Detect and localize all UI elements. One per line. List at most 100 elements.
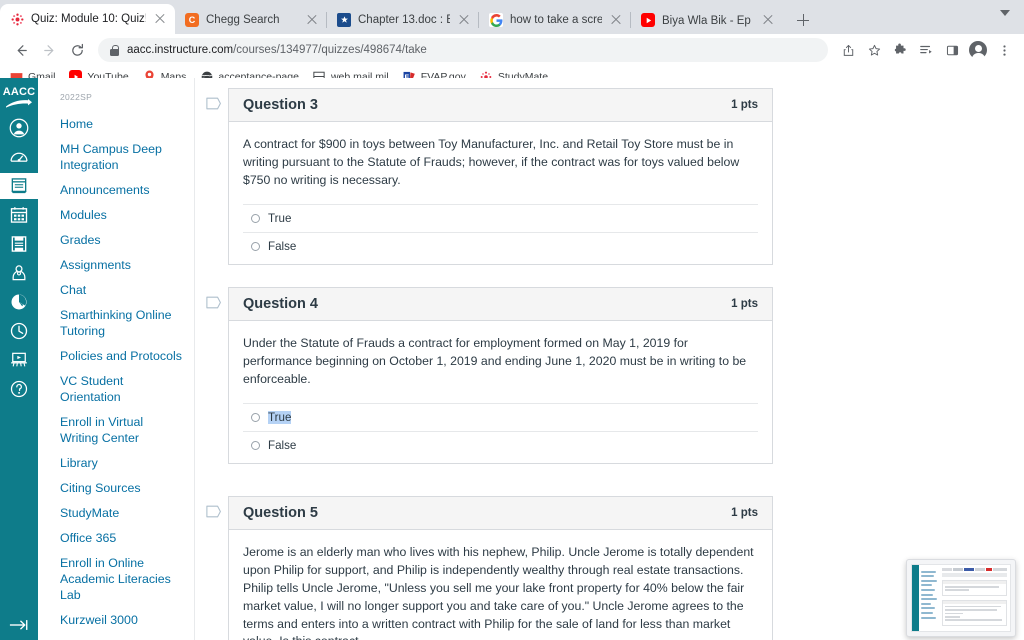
side-panel-icon[interactable] (940, 38, 964, 62)
tab-title: Chapter 13.doc : BUSINESS 10 (358, 14, 450, 26)
chrome-menu-icon[interactable] (992, 38, 1016, 62)
flag-question-icon[interactable] (206, 505, 222, 518)
browser-tab-screenshot-howto[interactable]: how to take a screenshot on m (479, 6, 631, 34)
course-nav-citing-sources[interactable]: Citing Sources (38, 476, 194, 501)
canvas-icon (10, 12, 24, 26)
aacc-logo[interactable]: AACC (2, 82, 36, 112)
course-nav-announcements[interactable]: Announcements (38, 178, 194, 203)
screenshot-thumbnail-preview[interactable] (906, 559, 1016, 637)
share-icon[interactable] (836, 38, 860, 62)
address-bar[interactable]: aacc.instructure.com/courses/134977/quiz… (98, 38, 828, 62)
minimize-nav-button[interactable] (0, 618, 38, 632)
tab-title: how to take a screenshot on m (510, 14, 602, 26)
sidebar-item-analytics[interactable] (0, 289, 38, 315)
course-term-label: 2022SP (60, 92, 93, 102)
course-nav-library[interactable]: Library (38, 451, 194, 476)
answer-label: False (268, 438, 297, 452)
close-icon[interactable] (457, 13, 471, 27)
profile-avatar-icon[interactable] (966, 38, 990, 62)
answer-label: False (268, 239, 297, 253)
browser-toolbar: aacc.instructure.com/courses/134977/quiz… (0, 34, 1024, 66)
thumbnail-main (939, 565, 1010, 631)
tab-strip: Quiz: Module 10: Quiz! C Chegg Search Ch… (0, 0, 1024, 34)
radio-button-icon[interactable] (251, 440, 260, 450)
course-nav-office-365[interactable]: Office 365 (38, 526, 194, 551)
sidebar-item-account[interactable] (0, 115, 38, 141)
flag-question-icon[interactable] (206, 97, 222, 110)
question-title: Question 3 (243, 97, 318, 113)
browser-window: Quiz: Module 10: Quiz! C Chegg Search Ch… (0, 0, 1024, 640)
radio-button-icon[interactable] (251, 213, 260, 223)
course-nav-mh-campus-deep-integration[interactable]: MH Campus Deep Integration (38, 137, 194, 178)
course-nav-kurzweil-3000[interactable]: Kurzweil 3000 (38, 608, 194, 633)
sidebar-item-help[interactable] (0, 376, 38, 402)
answer-label: True (268, 211, 292, 225)
answer-list: True False (243, 203, 758, 260)
flag-question-icon[interactable] (206, 296, 222, 309)
radio-button-icon[interactable] (251, 412, 260, 422)
canvas-page: AACC 2022SP Home MH Campus Deep Integrat… (0, 78, 1024, 640)
close-icon[interactable] (305, 13, 319, 27)
sidebar-item-inbox[interactable] (0, 231, 38, 257)
course-nav-assignments[interactable]: Assignments (38, 253, 194, 278)
question-points: 1 pts (731, 297, 758, 310)
sidebar-item-dashboard[interactable] (0, 144, 38, 170)
tab-title: Chegg Search (206, 14, 280, 26)
canvas-global-nav: AACC (0, 78, 38, 640)
forward-button[interactable] (36, 37, 62, 63)
answer-option[interactable]: True (243, 203, 758, 232)
question-block: Question 5 1 pts Jerome is an elderly ma… (203, 495, 773, 640)
browser-tab-quiz[interactable]: Quiz: Module 10: Quiz! (0, 4, 175, 34)
question-body: A contract for $900 in toys between Toy … (229, 122, 772, 264)
course-nav-studymate[interactable]: StudyMate (38, 501, 194, 526)
new-tab-button[interactable] (789, 6, 817, 34)
course-nav-enroll-in-virtual-writing-center[interactable]: Enroll in Virtual Writing Center (38, 410, 194, 451)
course-nav-smarthinking-online-tutoring[interactable]: Smarthinking Online Tutoring (38, 303, 194, 344)
tab-search-chevron-down-icon[interactable] (1000, 10, 1010, 16)
sidebar-item-courses[interactable] (0, 173, 38, 199)
course-nav-modules[interactable]: Modules (38, 203, 194, 228)
question-text: Under the Statute of Frauds a contract f… (243, 335, 747, 386)
question-body: Jerome is an elderly man who lives with … (229, 530, 772, 640)
course-nav-chat[interactable]: Chat (38, 278, 194, 303)
answer-option[interactable]: True (243, 402, 758, 431)
tab-title: Biya Wla Bik - Ep 4 - بيك الحلقة (662, 15, 754, 27)
aacc-logo-text: AACC (2, 85, 36, 98)
question-text: A contract for $900 in toys between Toy … (243, 137, 740, 187)
youtube-icon (641, 13, 655, 27)
browser-tab-chapter13[interactable]: Chapter 13.doc : BUSINESS 10 (327, 6, 479, 34)
close-icon[interactable] (153, 12, 167, 26)
word-doc-icon (337, 13, 351, 27)
close-icon[interactable] (609, 13, 623, 27)
back-button[interactable] (8, 37, 34, 63)
browser-tab-chegg[interactable]: C Chegg Search (175, 6, 327, 34)
sidebar-item-studio[interactable] (0, 347, 38, 373)
question-points: 1 pts (731, 99, 758, 111)
sidebar-item-history[interactable] (0, 318, 38, 344)
course-nav-vc-student-orientation[interactable]: VC Student Orientation (38, 369, 194, 410)
course-nav-home[interactable]: Home (38, 112, 194, 137)
thumbnail-image (911, 564, 1011, 632)
sidebar-item-commons[interactable] (0, 260, 38, 286)
question-title: Question 4 (243, 295, 318, 312)
bookmark-star-icon[interactable] (862, 38, 886, 62)
radio-button-icon[interactable] (251, 241, 260, 251)
answer-label: True (268, 410, 292, 424)
question-text: Jerome is an elderly man who lives with … (243, 544, 754, 640)
tab-title: Quiz: Module 10: Quiz! (31, 13, 146, 25)
close-icon[interactable] (761, 13, 775, 27)
sidebar-item-calendar[interactable] (0, 202, 38, 228)
question-card: Question 5 1 pts Jerome is an elderly ma… (228, 495, 773, 640)
lock-icon (110, 44, 119, 56)
reading-list-icon[interactable] (914, 38, 938, 62)
browser-tab-youtube-video[interactable]: Biya Wla Bik - Ep 4 - بيك الحلقة (631, 6, 783, 34)
course-nav-enroll-in-online-academic-literacies-lab[interactable]: Enroll in Online Academic Literacies Lab (38, 551, 194, 608)
extensions-puzzle-icon[interactable] (888, 38, 912, 62)
aacc-swoosh-icon (6, 98, 32, 108)
answer-option[interactable]: False (243, 231, 758, 260)
course-nav-policies-and-protocols[interactable]: Policies and Protocols (38, 344, 194, 369)
reload-button[interactable] (64, 37, 90, 63)
url-text: aacc.instructure.com/courses/134977/quiz… (127, 44, 427, 56)
course-nav-grades[interactable]: Grades (38, 228, 194, 253)
answer-option[interactable]: False (243, 430, 758, 459)
